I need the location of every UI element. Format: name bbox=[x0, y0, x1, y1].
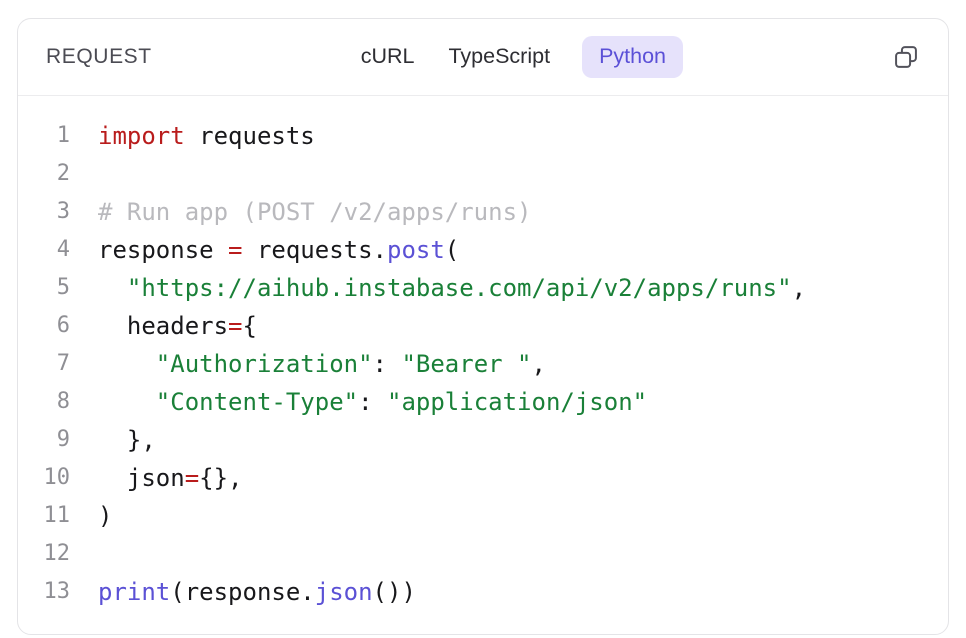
request-code-card: REQUEST cURL TypeScript Python 1import req… bbox=[17, 18, 949, 635]
line-number: 8 bbox=[18, 383, 70, 421]
code-line: 3# Run app (POST /v2/apps/runs) bbox=[18, 193, 948, 231]
tab-python[interactable]: Python bbox=[582, 36, 683, 78]
code-text: "Content-Type": "application/json" bbox=[70, 383, 647, 421]
line-number: 7 bbox=[18, 345, 70, 383]
code-line: 9 }, bbox=[18, 421, 948, 459]
code-line: 7 "Authorization": "Bearer ", bbox=[18, 345, 948, 383]
code-text: }, bbox=[70, 421, 156, 459]
code-line: 13print(response.json()) bbox=[18, 573, 948, 611]
code-text: import requests bbox=[70, 117, 315, 155]
code-line: 8 "Content-Type": "application/json" bbox=[18, 383, 948, 421]
code-text bbox=[70, 535, 112, 573]
copy-icon bbox=[892, 43, 920, 71]
code-editor: 1import requests2 3# Run app (POST /v2/a… bbox=[18, 96, 948, 634]
code-text: response = requests.post( bbox=[70, 231, 459, 269]
code-text bbox=[70, 155, 112, 193]
line-number: 13 bbox=[18, 573, 70, 611]
tab-curl[interactable]: cURL bbox=[359, 37, 417, 77]
line-number: 12 bbox=[18, 535, 70, 573]
line-number: 3 bbox=[18, 193, 70, 231]
code-line: 5 "https://aihub.instabase.com/api/v2/ap… bbox=[18, 269, 948, 307]
code-lines: 1import requests2 3# Run app (POST /v2/a… bbox=[18, 117, 948, 611]
panel-title: REQUEST bbox=[46, 45, 152, 69]
language-tabs: cURL TypeScript Python bbox=[152, 36, 890, 78]
code-text: "https://aihub.instabase.com/api/v2/apps… bbox=[70, 269, 806, 307]
card-header: REQUEST cURL TypeScript Python bbox=[18, 19, 948, 96]
line-number: 9 bbox=[18, 421, 70, 459]
tab-typescript[interactable]: TypeScript bbox=[446, 37, 552, 77]
line-number: 1 bbox=[18, 117, 70, 155]
line-number: 4 bbox=[18, 231, 70, 269]
code-text: # Run app (POST /v2/apps/runs) bbox=[70, 193, 531, 231]
code-text: headers={ bbox=[70, 307, 257, 345]
line-number: 2 bbox=[18, 155, 70, 193]
line-number: 5 bbox=[18, 269, 70, 307]
line-number: 6 bbox=[18, 307, 70, 345]
line-number: 10 bbox=[18, 459, 70, 497]
code-line: 2 bbox=[18, 155, 948, 193]
code-line: 6 headers={ bbox=[18, 307, 948, 345]
code-line: 4response = requests.post( bbox=[18, 231, 948, 269]
code-text: ) bbox=[70, 497, 112, 535]
code-text: print(response.json()) bbox=[70, 573, 416, 611]
code-line: 10 json={}, bbox=[18, 459, 948, 497]
code-line: 1import requests bbox=[18, 117, 948, 155]
line-number: 11 bbox=[18, 497, 70, 535]
code-text: "Authorization": "Bearer ", bbox=[70, 345, 546, 383]
code-line: 12 bbox=[18, 535, 948, 573]
copy-button[interactable] bbox=[890, 41, 922, 73]
code-line: 11) bbox=[18, 497, 948, 535]
code-text: json={}, bbox=[70, 459, 243, 497]
